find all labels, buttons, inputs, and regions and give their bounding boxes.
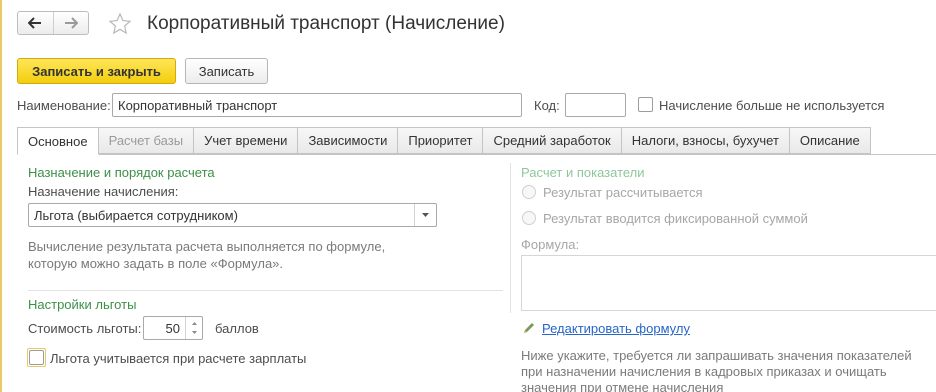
cost-value: 50 — [165, 320, 180, 336]
salary-checkbox[interactable] — [29, 350, 44, 365]
tab-description[interactable]: Описание — [788, 127, 871, 154]
radio-calculated[interactable] — [522, 185, 536, 199]
purpose-dropdown-button[interactable] — [414, 204, 436, 226]
cost-stepper[interactable] — [185, 317, 202, 339]
tab-taxes[interactable]: Налоги, взносы, бухучет — [620, 127, 790, 154]
formula-label: Формула: — [521, 237, 580, 252]
save-button[interactable]: Записать — [185, 58, 268, 84]
indicators-note-line1: Ниже укажите, требуется ли запрашивать з… — [521, 348, 912, 363]
tab-base-calculation[interactable]: Расчет базы — [97, 127, 195, 154]
code-label: Код: — [534, 98, 560, 113]
purpose-select-value: Льгота (выбирается сотрудником) — [34, 207, 238, 223]
code-input[interactable] — [565, 93, 626, 117]
window-title: Корпоративный транспорт (Начисление) — [147, 13, 505, 34]
calculation-section-title: Расчет и показатели — [521, 165, 645, 180]
save-and-close-button[interactable]: Записать и закрыть — [17, 58, 176, 84]
tab-time-accounting[interactable]: Учет времени — [193, 127, 299, 154]
forward-button[interactable] — [52, 12, 88, 34]
back-button[interactable] — [18, 12, 53, 34]
name-label: Наименование: — [17, 98, 111, 113]
section-divider — [28, 290, 503, 291]
formula-note-line1: Вычисление результата расчета выполняетс… — [28, 239, 386, 254]
tab-priority[interactable]: Приоритет — [397, 127, 484, 154]
radio-fixed[interactable] — [522, 211, 536, 225]
radio-calculated-label: Результат рассчитывается — [543, 185, 703, 200]
name-input[interactable]: Корпоративный транспорт — [112, 93, 522, 117]
arrow-left-icon — [28, 17, 42, 29]
pencil-icon — [522, 321, 536, 338]
window-left-border — [0, 0, 2, 392]
purpose-section-title: Назначение и порядок расчета — [28, 165, 215, 180]
purpose-select[interactable]: Льгота (выбирается сотрудником) — [28, 203, 437, 227]
indicators-note-line3: значения при отмене начисления — [521, 380, 724, 392]
column-separator — [510, 163, 511, 313]
chevron-down-icon — [422, 213, 429, 217]
benefit-section-title: Настройки льготы — [28, 297, 137, 312]
salary-checkbox-label: Льгота учитывается при расчете зарплаты — [50, 351, 307, 366]
tab-main[interactable]: Основное — [17, 127, 99, 155]
radio-fixed-label: Результат вводится фиксированной суммой — [543, 211, 808, 226]
unused-checkbox-label: Начисление больше не используется — [659, 98, 885, 113]
stepper-arrows-icon — [192, 322, 197, 334]
tab-panel-border — [17, 154, 936, 155]
edit-formula-link[interactable]: Редактировать формулу — [542, 321, 690, 336]
arrow-right-icon — [64, 17, 78, 29]
purpose-label: Назначение начисления: — [28, 184, 179, 199]
star-icon — [108, 12, 132, 35]
tab-average-earnings[interactable]: Средний заработок — [482, 127, 622, 154]
formula-textarea[interactable] — [521, 255, 936, 311]
cost-unit: баллов — [215, 321, 259, 336]
cost-label: Стоимость льготы: — [28, 321, 142, 336]
tab-dependencies[interactable]: Зависимости — [297, 127, 399, 154]
nav-button-group — [17, 11, 89, 35]
favorite-button[interactable] — [108, 12, 132, 36]
indicators-note-line2: при назначении начисления в кадровых при… — [521, 364, 887, 379]
tab-bar: Основное Расчет базы Учет времени Зависи… — [17, 127, 871, 155]
unused-checkbox[interactable] — [638, 97, 653, 112]
formula-note-line2: которую можно задать в поле «Формула». — [28, 256, 284, 271]
